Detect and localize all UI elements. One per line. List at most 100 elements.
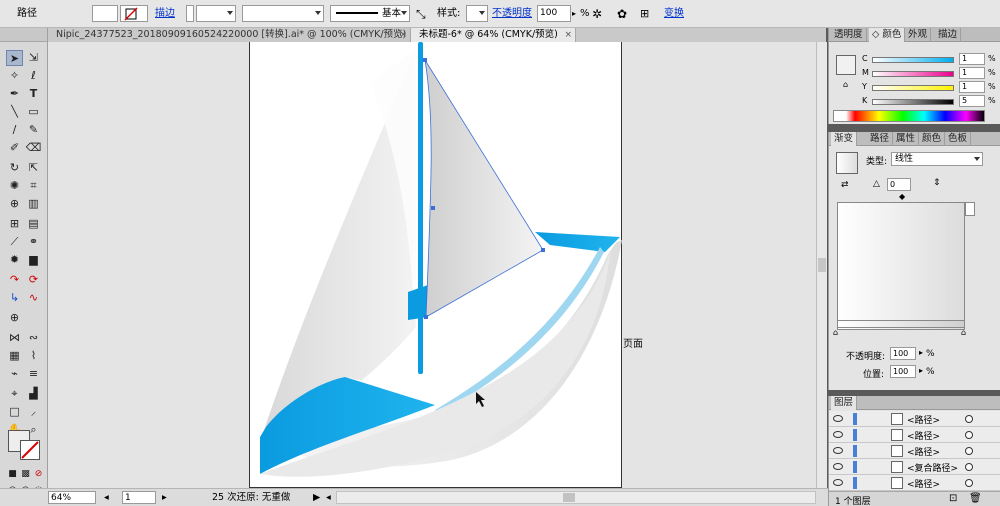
artboard[interactable] (249, 42, 622, 488)
status-menu-icon[interactable]: ▶ (313, 491, 320, 504)
magenta-input[interactable]: 1 (959, 67, 985, 79)
layer-row[interactable]: <复合路径> (829, 459, 1000, 475)
brush-dropdown[interactable]: 基本 (330, 5, 410, 22)
layer-row[interactable]: <路径> (829, 475, 1000, 491)
style-swatch[interactable] (466, 5, 488, 22)
close-icon[interactable]: × (564, 28, 572, 42)
warp-mesh-icon[interactable]: ⌇ (25, 348, 42, 364)
chart-tool-icon[interactable]: ▟ (25, 386, 42, 402)
selection-tool-icon[interactable]: ➤ (6, 50, 23, 66)
layer-name[interactable]: <路径> (907, 429, 940, 442)
blend-tool-icon[interactable]: ⚭ (25, 234, 42, 250)
variable-width-dropdown[interactable] (242, 5, 324, 22)
visibility-icon[interactable] (833, 415, 843, 422)
opacity-input[interactable]: 100 (537, 5, 571, 22)
out-of-gamut-icon[interactable]: ⌂ (843, 80, 848, 89)
gradient-preview[interactable] (836, 152, 858, 174)
rectangle-tool-icon[interactable]: ▭ (25, 104, 42, 120)
path-tool-icon[interactable]: ⌁ (6, 366, 23, 382)
tab-appearance[interactable]: 外观 (905, 28, 932, 42)
artboard-tool-icon[interactable]: □ (6, 404, 23, 420)
tab-layers[interactable]: 图层 (831, 396, 858, 410)
gradient-swatch-large[interactable] (837, 202, 965, 330)
knife-tool-icon[interactable]: ⸝ (25, 404, 42, 420)
stroke-color-swatch[interactable] (20, 440, 40, 460)
warp-tool-icon[interactable]: ✺ (6, 178, 23, 194)
crosshair-tool-icon[interactable]: ⊕ (6, 310, 23, 326)
expand-icon[interactable]: ⤡ (416, 5, 426, 23)
pen-tool-icon[interactable]: ✒ (6, 86, 23, 102)
layer-name[interactable]: <路径> (907, 445, 940, 458)
artboard-number[interactable]: 1 (122, 491, 156, 504)
tab-stroke[interactable]: 描边 (935, 28, 962, 42)
stroke-link[interactable]: 描边 (155, 5, 175, 23)
fill-swatch[interactable] (92, 5, 118, 22)
close-icon[interactable]: × (399, 28, 407, 42)
prev-artboard-icon[interactable]: ◂ (104, 491, 109, 504)
visibility-icon[interactable] (833, 431, 843, 438)
color-spectrum[interactable] (833, 110, 985, 122)
direct-selection-tool-icon[interactable]: ⇲ (25, 50, 42, 66)
wave-tool-icon[interactable]: ∾ (25, 330, 42, 346)
custom-tool-a-icon[interactable]: ↷ (6, 272, 23, 288)
eraser-icon[interactable]: ⌫ (25, 140, 42, 156)
tab-pathfinder[interactable]: 路径 (867, 132, 894, 146)
eyedropper-icon[interactable]: ⟋ (6, 234, 23, 250)
stop-location-input[interactable]: 100 (890, 365, 916, 378)
mesh-tool-icon[interactable]: ⊞ (6, 216, 23, 232)
none-mode-icon[interactable]: ⊘ (30, 466, 47, 482)
black-slider[interactable] (872, 99, 954, 105)
hscroll-thumb[interactable] (563, 493, 575, 502)
blob-brush-icon[interactable]: ✐ (6, 140, 23, 156)
right-color-stop[interactable]: ⌂ (961, 328, 966, 337)
tab-transparency[interactable]: 透明度 (831, 28, 867, 42)
layer-name[interactable]: <复合路径> (907, 461, 958, 474)
horizontal-scrollbar[interactable] (336, 491, 816, 504)
transform-link[interactable]: 变换 (664, 5, 684, 23)
recolor-icon[interactable]: ✲ (592, 5, 602, 23)
slice-tool-icon[interactable]: ⌖ (6, 386, 23, 402)
layer-row[interactable]: <路径> (829, 411, 1000, 427)
delete-stop-icon[interactable] (965, 202, 975, 216)
angle-input[interactable]: 0 (887, 178, 911, 191)
custom-tool-d-icon[interactable]: ∿ (25, 290, 42, 306)
opacity-arrow-icon[interactable]: ▸ (572, 5, 576, 23)
visibility-icon[interactable] (833, 479, 843, 486)
reverse-gradient-icon[interactable]: ⇄ (841, 180, 849, 190)
shape-builder-icon[interactable]: ⊕ (6, 196, 23, 212)
column-graph-icon[interactable]: ▆ (25, 252, 42, 268)
free-transform-icon[interactable]: ⌗ (25, 178, 42, 194)
layer-row[interactable]: <路径> (829, 427, 1000, 443)
cyan-input[interactable]: 1 (959, 53, 985, 65)
scroll-thumb[interactable] (818, 258, 826, 272)
tab-swatches[interactable]: 色板 (945, 132, 972, 146)
magic-wand-icon[interactable]: ✧ (6, 68, 23, 84)
black-input[interactable]: 5 (959, 95, 985, 107)
delete-layer-icon[interactable]: 🗑 (969, 493, 982, 504)
magenta-slider[interactable] (872, 71, 954, 77)
gradient-type-dropdown[interactable]: 线性 (891, 152, 983, 166)
line-tool-icon[interactable]: ╲ (6, 104, 23, 120)
tab-color-2[interactable]: 颜色 (919, 132, 946, 146)
stroke-weight-dropdown[interactable] (196, 5, 236, 22)
fill-preview[interactable] (836, 55, 856, 75)
pencil-icon[interactable]: ✎ (25, 122, 42, 138)
zoom-dropdown[interactable]: 64% (48, 491, 96, 504)
custom-tool-c-icon[interactable]: ↳ (6, 290, 23, 306)
visibility-icon[interactable] (833, 463, 843, 470)
next-artboard-icon[interactable]: ▸ (162, 491, 167, 504)
stop-opacity-arrow-icon[interactable]: ▸ (919, 348, 923, 357)
midpoint-icon[interactable]: ◆ (899, 192, 905, 201)
stroke-weight-stepper[interactable] (186, 5, 194, 22)
yellow-slider[interactable] (872, 85, 954, 91)
vertical-scrollbar[interactable] (816, 42, 827, 488)
layer-name[interactable]: <路径> (907, 413, 940, 426)
tab-attributes[interactable]: 属性 (893, 132, 920, 146)
opacity-link[interactable]: 不透明度 (492, 5, 532, 23)
target-icon[interactable] (965, 415, 973, 423)
canvas-area[interactable]: 页面 (48, 42, 816, 488)
target-icon[interactable] (965, 447, 973, 455)
gradient-tool-icon[interactable]: ▤ (25, 216, 42, 232)
rotate-tool-icon[interactable]: ↻ (6, 160, 23, 176)
target-icon[interactable] (965, 479, 973, 487)
